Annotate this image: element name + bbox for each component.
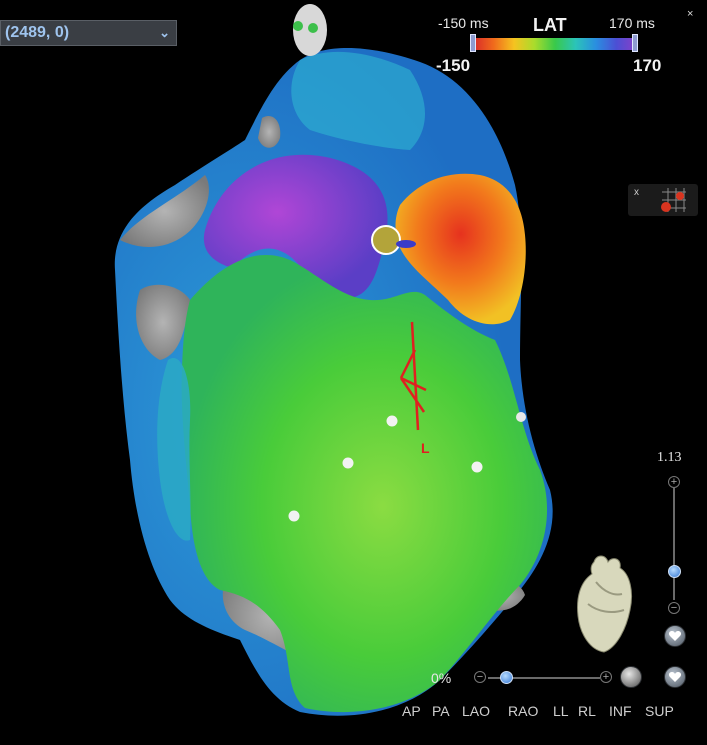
mini-panel-close-icon[interactable]: x (634, 187, 639, 198)
mini-view-panel[interactable]: x (628, 184, 698, 216)
chevron-down-icon: ⌄ (159, 25, 170, 40)
view-sup-button[interactable]: SUP (645, 703, 674, 719)
opacity-value: 0% (431, 670, 452, 686)
lat-legend-title: LAT (533, 15, 567, 35)
sphere-icon[interactable] (620, 666, 642, 688)
map-selector-value: (2489, 0) (5, 24, 70, 41)
heart-target-icon[interactable] (664, 666, 686, 688)
opacity-slider-thumb[interactable] (500, 671, 513, 684)
lat-max-handle[interactable] (632, 34, 638, 52)
view-ll-button[interactable]: LL (553, 703, 569, 719)
map-selector-dropdown[interactable]: (2489, 0) ⌄ (0, 20, 177, 46)
zoom-slider-thumb[interactable] (668, 565, 681, 578)
minus-icon[interactable]: − (668, 602, 680, 614)
lat-min-unit-label: -150 ms (438, 15, 489, 31)
plus-icon[interactable]: + (668, 476, 680, 488)
view-lao-button[interactable]: LAO (462, 703, 490, 719)
heart-icon[interactable] (664, 625, 686, 647)
view-rl-button[interactable]: RL (578, 703, 596, 719)
lat-max-value: 170 (633, 56, 662, 75)
view-inf-button[interactable]: INF (609, 703, 632, 719)
mapping-viewport[interactable]: (2489, 0) ⌄ -150 ms LAT 170 ms -150 170 … (0, 0, 707, 745)
minus-icon[interactable]: − (474, 671, 486, 683)
lat-max-unit-label: 170 ms (609, 15, 655, 31)
heart-3d-icon (577, 555, 633, 653)
lat-min-value: -150 (436, 56, 471, 75)
close-icon[interactable]: × (687, 8, 701, 20)
lat-color-scale (473, 38, 637, 50)
view-ap-button[interactable]: AP (402, 703, 421, 719)
zoom-slider-track[interactable] (673, 488, 675, 600)
grid-points-icon (661, 188, 686, 212)
zoom-value: 1.13 (657, 450, 682, 465)
view-rao-button[interactable]: RAO (508, 703, 538, 719)
view-pa-button[interactable]: PA (432, 703, 450, 719)
plus-icon[interactable]: + (600, 671, 612, 683)
lat-min-handle[interactable] (470, 34, 476, 52)
map-marker-label: L (421, 440, 430, 456)
